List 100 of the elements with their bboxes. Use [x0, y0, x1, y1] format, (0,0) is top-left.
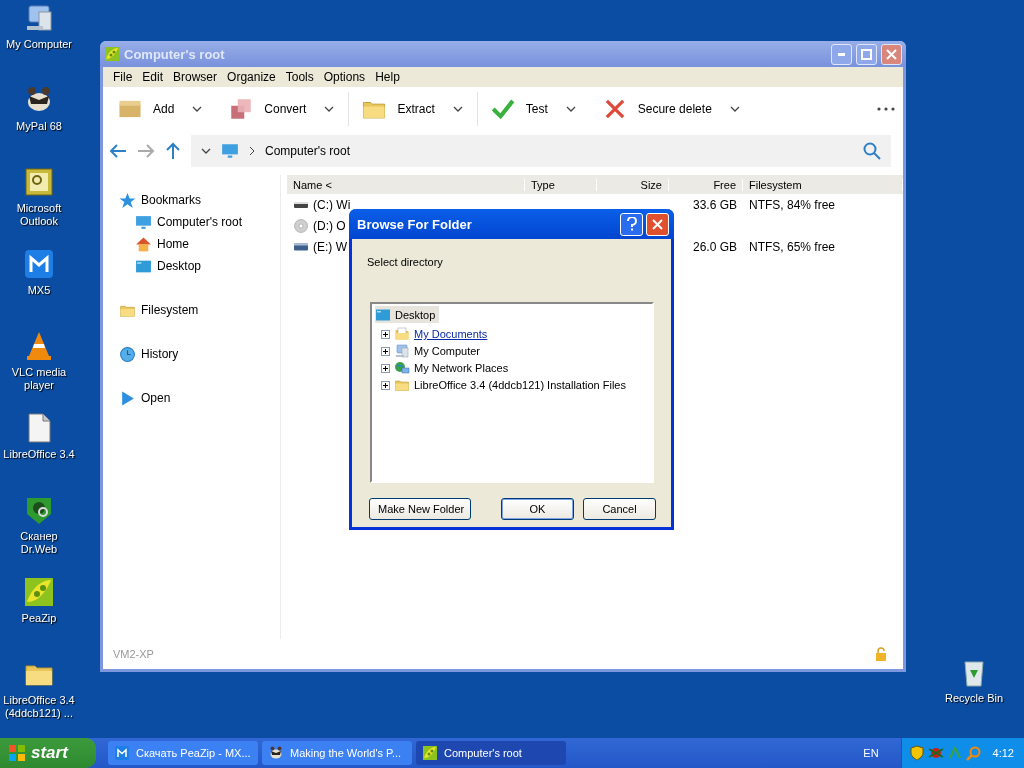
caret-icon[interactable]	[201, 148, 211, 154]
dialog-button[interactable]: Cancel	[583, 498, 656, 520]
pea-pod-icon	[104, 46, 120, 62]
menu-item[interactable]: Tools	[280, 70, 319, 84]
tree-item[interactable]: My Network Places	[414, 362, 509, 374]
address-bar[interactable]: Computer's root	[191, 135, 891, 167]
desktop-icon-label[interactable]: Recycle Bin	[936, 692, 1012, 705]
caret-icon[interactable]	[729, 106, 740, 112]
desktop-icon-label[interactable]: LibreOffice 3.4	[1, 448, 77, 461]
table-cell: 33.6 GB	[692, 197, 737, 212]
menu-item[interactable]: Edit	[137, 70, 169, 84]
sidebar-item[interactable]: Computer's root	[135, 211, 280, 233]
column-header[interactable]: Name <	[287, 178, 525, 191]
menu-item[interactable]: Options	[318, 70, 371, 84]
desktop-icon-label[interactable]: MX5	[1, 284, 77, 297]
clock: 4:12	[992, 747, 1014, 759]
play-icon	[119, 389, 136, 407]
caret-icon[interactable]	[565, 106, 576, 112]
desktop-icon-label[interactable]: MyPal 68	[1, 120, 77, 133]
dialog-title: Browse For Folder	[357, 216, 473, 232]
documents-folder-icon	[394, 326, 410, 342]
taskbar-button[interactable]: Скачать PeaZip - MX...	[108, 741, 258, 765]
more-icon[interactable]	[877, 107, 895, 111]
dialog-prompt: Select directory	[367, 256, 444, 268]
desktop-icon-label[interactable]: Сканер Dr.Web	[1, 530, 77, 556]
up-icon[interactable]	[165, 142, 181, 160]
caret-icon[interactable]	[324, 106, 335, 112]
tree-item[interactable]: Desktop	[375, 306, 440, 323]
disc-icon	[293, 217, 309, 234]
dialog-button[interactable]: Make New Folder	[369, 498, 471, 520]
desktop-icon-label[interactable]: My Computer	[1, 38, 77, 51]
monitor-icon	[221, 142, 239, 160]
minimize-icon	[838, 52, 845, 56]
browser-icon	[114, 745, 130, 761]
address-path: Computer's root	[265, 144, 351, 158]
table-cell: 26.0 GB	[692, 239, 737, 254]
tree-item[interactable]: My Documents	[414, 328, 488, 340]
desktop-icon-label[interactable]: VLC media player	[1, 366, 77, 392]
pea-pod-icon	[422, 745, 438, 761]
pea-pod-icon	[23, 576, 55, 608]
close-icon	[652, 218, 663, 230]
search-icon[interactable]	[863, 142, 881, 160]
toolbar-button[interactable]: Convert	[222, 92, 313, 126]
menu-item[interactable]: Help	[370, 70, 405, 84]
column-header[interactable]: Filesystem	[743, 178, 903, 191]
star-icon	[119, 191, 136, 209]
desktop-icon-label[interactable]: LibreOffice 3.4 (4ddcb121) ...	[1, 694, 77, 720]
taskbar-button[interactable]: Making the World's P...	[262, 741, 412, 765]
toolbar-button[interactable]: Add	[111, 92, 181, 126]
folder-icon	[394, 377, 410, 393]
menu-item[interactable]: Organize	[222, 70, 281, 84]
language-indicator[interactable]: EN	[863, 747, 879, 759]
globe-icon	[394, 360, 410, 376]
close-button[interactable]	[881, 43, 902, 65]
expand-icon[interactable]	[381, 380, 390, 390]
desktop-icon-label[interactable]: Microsoft Outlook	[1, 202, 77, 228]
column-header[interactable]: Free	[669, 178, 743, 191]
expand-icon[interactable]	[381, 329, 390, 339]
sidebar-item[interactable]: Open	[119, 387, 280, 409]
raccoon-icon	[268, 745, 284, 761]
house-icon	[135, 235, 152, 253]
table-cell: NTFS, 65% free	[749, 239, 836, 254]
flag-icon	[8, 744, 26, 762]
window-title: Computer's root	[124, 46, 226, 62]
computer-icon	[394, 343, 410, 359]
menu-item[interactable]: File	[108, 70, 138, 84]
toolbar-button[interactable]: Test	[483, 92, 554, 126]
tree-item[interactable]: My Computer	[414, 345, 481, 357]
status-text: VM2-XP	[113, 648, 154, 660]
column-header[interactable]: Size	[597, 178, 669, 191]
help-button[interactable]	[620, 212, 643, 236]
dialog-button[interactable]: OK	[501, 498, 574, 520]
caret-icon[interactable]	[192, 106, 203, 112]
shield-icon[interactable]	[909, 745, 924, 761]
sidebar-item[interactable]: Home	[135, 233, 280, 255]
start-button[interactable]: start	[0, 738, 96, 768]
maximize-icon	[861, 48, 872, 60]
toolbar-button[interactable]: Secure delete	[595, 92, 718, 126]
close-icon	[886, 48, 897, 60]
question-mark-icon	[626, 217, 637, 231]
toolbar-button[interactable]: Extract	[355, 92, 441, 126]
desktop-icon-label[interactable]: PeaZip	[1, 612, 77, 625]
table-cell: (E:) W	[313, 239, 347, 254]
caret-icon[interactable]	[452, 106, 463, 112]
table-cell: NTFS, 84% free	[749, 197, 836, 212]
back-icon[interactable]	[109, 143, 127, 159]
sidebar-item[interactable]: Filesystem	[119, 299, 280, 321]
table-cell: (D:) O	[313, 218, 346, 233]
clock-icon	[119, 345, 136, 363]
expand-icon[interactable]	[381, 346, 390, 356]
sidebar-item[interactable]: History	[119, 343, 280, 365]
table-cell: (C:) Wi	[313, 197, 351, 212]
tree-item[interactable]: LibreOffice 3.4 (4ddcb121) Installation Files	[414, 379, 626, 391]
sidebar-item[interactable]: Bookmarks	[119, 189, 280, 211]
expand-icon[interactable]	[381, 363, 390, 373]
chevron-icon	[249, 146, 255, 156]
menu-item[interactable]: Browser	[168, 70, 223, 84]
sidebar-item[interactable]: Desktop	[135, 255, 280, 277]
taskbar-button[interactable]: Computer's root	[416, 741, 566, 765]
column-header[interactable]: Type	[525, 178, 597, 191]
